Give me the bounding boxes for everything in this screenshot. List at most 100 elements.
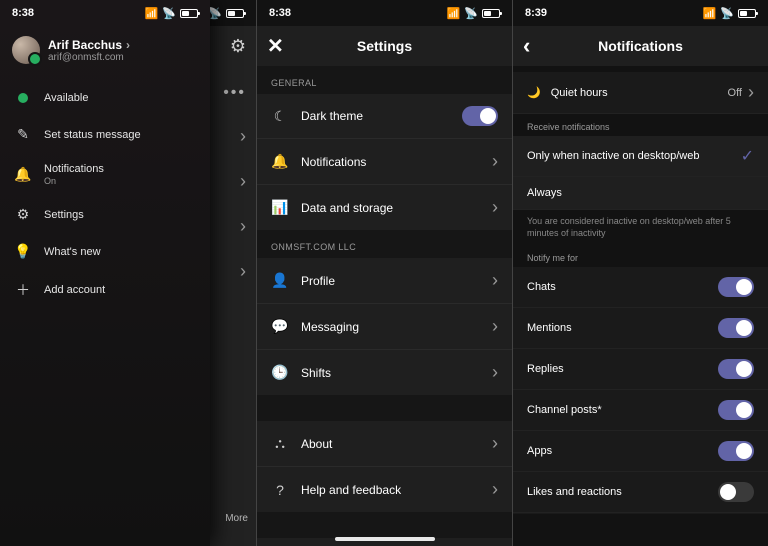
option-inactive[interactable]: Only when inactive on desktop/web ✓ [513, 136, 768, 177]
row-data-storage[interactable]: 📊 Data and storage [257, 185, 512, 230]
quiet-hours-icon: 🌙 [527, 86, 541, 99]
dark-theme-toggle[interactable] [462, 106, 498, 126]
menu-set-status[interactable]: ✎ Set status message [0, 116, 210, 153]
row-profile[interactable]: 👤 Profile [257, 258, 512, 304]
notify-row[interactable]: Chats [513, 267, 768, 308]
menu-available[interactable]: Available [0, 80, 210, 116]
screen-drawer: 8:38 📶 📡 ⚙ ••• More 8:38 [0, 0, 256, 546]
clock: 8:39 [525, 7, 547, 19]
notify-label: Likes and reactions [527, 486, 622, 498]
notify-row[interactable]: Team update alerts [513, 513, 768, 514]
profile-header[interactable]: Arif Bacchus› arif@onmsft.com [0, 26, 210, 78]
gear-icon: ⚙ [14, 206, 32, 223]
row-notifications[interactable]: 🔔 Notifications [257, 139, 512, 185]
option-always[interactable]: Always [513, 177, 768, 210]
status-bar: 8:38 📶 📡 [0, 0, 210, 26]
plus-icon: ＋ [14, 280, 32, 300]
chevron-right-icon [492, 433, 498, 454]
menu-notifications[interactable]: 🔔 Notifications On [0, 153, 210, 196]
row-label: Shifts [301, 366, 480, 380]
chevron-right-icon: › [126, 38, 130, 52]
screen-notifications: 8:39 📶 📡 Notifications 🌙 Quiet hours Off [512, 0, 768, 546]
data-icon: 📊 [271, 199, 289, 216]
back-button[interactable] [523, 33, 530, 59]
menu-settings[interactable]: ⚙ Settings [0, 196, 210, 233]
row-label: Messaging [301, 320, 480, 334]
wifi-icon: 📡 [464, 7, 478, 20]
status-bar: 8:39 📶 📡 [513, 0, 768, 26]
notify-row[interactable]: Mentions [513, 308, 768, 349]
check-icon: ✓ [741, 146, 754, 166]
chevron-right-icon [748, 82, 754, 103]
chevron-right-icon[interactable] [240, 171, 246, 192]
notify-row[interactable]: Replies [513, 349, 768, 390]
chevron-right-icon[interactable] [240, 261, 246, 282]
battery-icon [226, 9, 244, 18]
signal-icon: 📶 [703, 7, 717, 20]
notify-toggle[interactable] [718, 441, 754, 461]
status-bar: 8:38 📶 📡 [257, 0, 512, 26]
home-indicator[interactable] [335, 537, 435, 541]
profile-name: Arif Bacchus [48, 38, 122, 52]
menu-label: Settings [44, 209, 84, 221]
more-hint: More [225, 513, 248, 524]
page-title: Notifications [598, 38, 683, 54]
row-dark-theme[interactable]: ☾ Dark theme [257, 94, 512, 139]
row-help[interactable]: ? Help and feedback [257, 467, 512, 512]
avatar [12, 36, 40, 64]
notify-toggle[interactable] [718, 359, 754, 379]
notify-row[interactable]: Likes and reactions [513, 472, 768, 513]
wifi-icon: 📡 [162, 7, 176, 20]
edit-icon: ✎ [14, 126, 32, 143]
quiet-hours-value: Off [728, 87, 742, 99]
clock: 8:38 [269, 7, 291, 19]
notify-toggle[interactable] [718, 277, 754, 297]
row-label: Quiet hours [551, 87, 608, 99]
chevron-right-icon[interactable] [240, 126, 246, 147]
row-quiet-hours[interactable]: 🌙 Quiet hours Off [513, 72, 768, 114]
teams-icon: ⛬ [271, 435, 289, 452]
row-label: Data and storage [301, 201, 480, 215]
menu-label: Available [44, 92, 88, 104]
wifi-icon: 📡 [720, 7, 734, 20]
chevron-right-icon [492, 316, 498, 337]
presence-available-icon [18, 93, 28, 103]
row-label: About [301, 437, 480, 451]
chevron-right-icon [492, 270, 498, 291]
chat-icon: 💬 [271, 318, 289, 335]
notify-toggle[interactable] [718, 318, 754, 338]
notify-label: Chats [527, 281, 556, 293]
notify-label: Channel posts* [527, 404, 602, 416]
screen-settings: 8:38 📶 📡 ✕ Settings GENERAL ☾ Dark theme… [256, 0, 512, 546]
chevron-right-icon [492, 197, 498, 218]
option-label: Always [527, 187, 562, 199]
battery-icon [482, 9, 500, 18]
menu-whats-new[interactable]: 💡 What's new [0, 233, 210, 270]
gear-icon[interactable]: ⚙ [230, 36, 246, 57]
menu-add-account[interactable]: ＋ Add account [0, 270, 210, 310]
bell-icon: 🔔 [14, 166, 32, 183]
clock: 8:38 [12, 7, 34, 19]
row-about[interactable]: ⛬ About [257, 421, 512, 467]
notify-toggle[interactable] [718, 400, 754, 420]
row-shifts[interactable]: 🕒 Shifts [257, 350, 512, 395]
menu-label: Add account [44, 284, 105, 296]
row-label: Notifications [301, 155, 480, 169]
row-messaging[interactable]: 💬 Messaging [257, 304, 512, 350]
menu-label: What's new [44, 246, 101, 258]
notify-label: Replies [527, 363, 564, 375]
notify-row[interactable]: Apps [513, 431, 768, 472]
row-label: Profile [301, 274, 480, 288]
notify-label: Mentions [527, 322, 572, 334]
battery-icon [738, 9, 756, 18]
notify-row[interactable]: Channel posts* [513, 390, 768, 431]
signal-icon: 📶 [447, 7, 461, 20]
notify-toggle[interactable] [718, 482, 754, 502]
signal-icon: 📶 [145, 7, 159, 20]
overflow-icon[interactable]: ••• [223, 84, 246, 102]
close-button[interactable]: ✕ [267, 34, 284, 59]
section-tenant: ONMSFT.COM LLC [257, 230, 512, 258]
chevron-right-icon [492, 151, 498, 172]
bulb-icon: 💡 [14, 243, 32, 260]
chevron-right-icon[interactable] [240, 216, 246, 237]
